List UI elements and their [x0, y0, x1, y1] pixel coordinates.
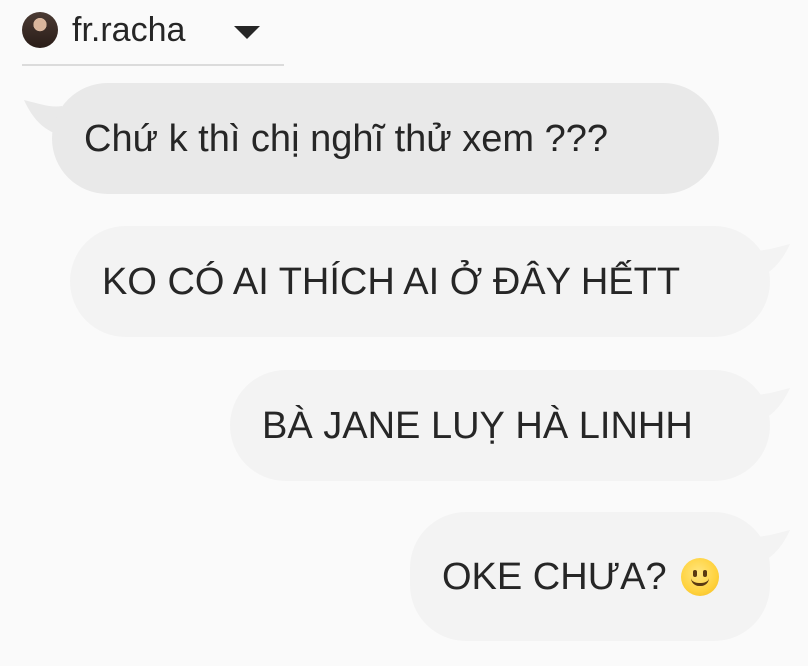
message-text: OKE CHƯA?: [442, 555, 667, 598]
chat-screen: fr.racha Chứ k thì chị nghĩ thử xem ??? …: [0, 0, 808, 666]
message-bubble-incoming[interactable]: Chứ k thì chị nghĩ thử xem ???: [52, 83, 719, 194]
avatar[interactable]: [22, 12, 58, 48]
message-text: BÀ JANE LUỴ HÀ LINHH: [262, 404, 693, 447]
message-bubble-outgoing[interactable]: BÀ JANE LUỴ HÀ LINHH: [230, 370, 770, 481]
username[interactable]: fr.racha: [72, 9, 185, 51]
message-text: KO CÓ AI THÍCH AI Ở ĐÂY HẾTT: [102, 260, 681, 303]
message-bubble-outgoing[interactable]: KO CÓ AI THÍCH AI Ở ĐÂY HẾTT: [70, 226, 770, 337]
message-text: Chứ k thì chị nghĩ thử xem ???: [84, 117, 609, 160]
message-bubble-outgoing[interactable]: OKE CHƯA?: [410, 512, 770, 641]
chevron-down-icon[interactable]: [234, 26, 260, 39]
slightly-smiling-face-icon: [680, 557, 719, 596]
chat-header: fr.racha: [22, 8, 284, 66]
